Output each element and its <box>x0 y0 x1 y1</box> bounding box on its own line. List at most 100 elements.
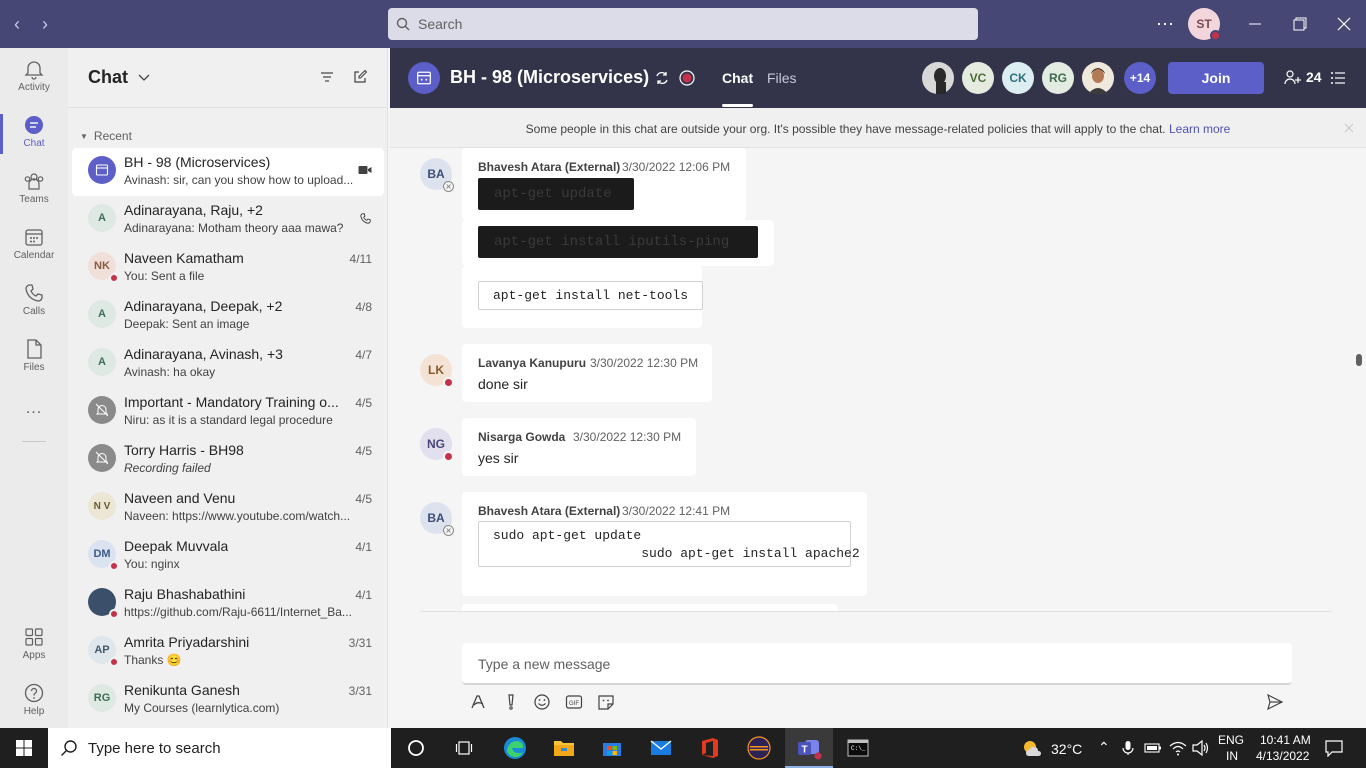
gif-icon[interactable]: GIF <box>565 693 583 711</box>
more-options-icon[interactable]: ⋯ <box>1156 14 1175 35</box>
sender-avatar[interactable]: BA ✕ <box>420 502 454 536</box>
tab-chat[interactable]: Chat <box>722 70 754 107</box>
join-button[interactable]: Join <box>1168 62 1264 94</box>
emoji-icon[interactable] <box>533 693 551 711</box>
minimize-icon[interactable] <box>1248 17 1262 31</box>
chat-preview: You: Sent a file <box>124 269 205 283</box>
participant-avatar[interactable]: CK <box>1002 62 1034 94</box>
restore-icon[interactable] <box>1293 17 1307 31</box>
chat-list-item[interactable]: A Adinarayana, Avinash, +3 Avinash: ha o… <box>72 340 384 388</box>
send-icon[interactable] <box>1266 693 1284 711</box>
taskbar-app-teams[interactable]: T <box>785 728 833 768</box>
chat-list-item[interactable]: RG Renikunta Ganesh My Courses (learnlyt… <box>72 676 384 724</box>
wifi-icon[interactable] <box>1169 740 1187 756</box>
muted-bell-avatar <box>88 396 116 424</box>
weather-icon[interactable] <box>1021 738 1045 758</box>
participant-photo-avatar[interactable] <box>922 62 954 94</box>
rail-item-files[interactable]: Files <box>0 338 68 373</box>
message-bubble[interactable]: apt-get install iputils-ping <box>462 220 774 266</box>
taskbar-app-explorer[interactable] <box>540 728 588 768</box>
learn-more-link[interactable]: Learn more <box>1169 122 1230 136</box>
chat-list-item[interactable]: AP Amrita Priyadarshini Thanks 😊 3/31 <box>72 628 384 676</box>
rail-item-activity[interactable]: Activity <box>0 58 68 93</box>
back-icon[interactable]: ‹ <box>14 14 20 35</box>
more-apps-button[interactable]: ... <box>0 400 68 418</box>
task-view-button[interactable] <box>440 728 488 768</box>
search-input[interactable]: Search <box>388 8 978 40</box>
sticker-icon[interactable] <box>597 693 615 711</box>
chat-list-item[interactable]: NK Naveen Kamatham You: Sent a file 4/11 <box>72 244 384 292</box>
message-bubble[interactable]: apt-get install net-tools <box>462 266 704 328</box>
microphone-icon[interactable] <box>1121 740 1135 756</box>
chat-list-item[interactable]: A Adinarayana, Deepak, +2 Deepak: Sent a… <box>72 292 384 340</box>
rail-item-apps[interactable]: Apps <box>0 626 68 661</box>
chat-list-item[interactable]: BH - 98 (Microservices) Avinash: sir, ca… <box>72 148 384 196</box>
clock-time[interactable]: 10:41 AM <box>1260 733 1311 747</box>
rail-item-calendar[interactable]: Calendar <box>0 226 68 261</box>
profile-avatar[interactable]: ST <box>1188 8 1221 41</box>
chat-list-item[interactable]: N V Naveen and Venu Naveen: https://www.… <box>72 484 384 532</box>
taskbar-app-office[interactable] <box>686 728 734 768</box>
input-language[interactable]: ENG <box>1218 733 1244 747</box>
rail-item-help[interactable]: Help <box>0 682 68 717</box>
next-message-bubble[interactable] <box>462 604 838 611</box>
message-bubble[interactable]: Bhavesh Atara (External) 3/30/2022 12:06… <box>462 148 746 220</box>
calendar-icon <box>95 164 109 176</box>
search-icon <box>61 740 77 756</box>
chat-list-item[interactable]: Raju Bhashabathini https://github.com/Ra… <box>72 580 384 628</box>
cortana-button[interactable] <box>392 728 440 768</box>
chat-list-title[interactable]: Chat <box>88 67 128 88</box>
taskbar-app-terminal[interactable]: C:\_ <box>834 728 882 768</box>
format-icon[interactable] <box>469 693 487 711</box>
chevron-down-icon[interactable] <box>138 74 150 82</box>
close-icon[interactable] <box>1337 17 1351 31</box>
start-button[interactable] <box>0 728 48 768</box>
taskbar-app-mail[interactable] <box>637 728 685 768</box>
taskbar-app-eclipse[interactable] <box>735 728 783 768</box>
user-photo-avatar <box>88 588 119 619</box>
chevron-up-icon[interactable]: ⌃ <box>1098 739 1110 756</box>
sender-avatar[interactable]: BA ✕ <box>420 158 454 192</box>
volume-icon[interactable] <box>1192 740 1210 756</box>
forward-icon[interactable]: › <box>42 14 48 35</box>
teams-app-icon: T <box>798 740 822 760</box>
notification-icon[interactable] <box>1325 739 1343 757</box>
participant-avatar[interactable]: VC <box>962 62 994 94</box>
more-participants-badge[interactable]: +14 <box>1124 62 1156 94</box>
rail-item-calls[interactable]: Calls <box>0 282 68 317</box>
taskbar-app-store[interactable] <box>588 728 636 768</box>
scrollbar-thumb[interactable] <box>1356 354 1362 366</box>
input-region[interactable]: IN <box>1226 749 1238 763</box>
important-icon[interactable] <box>502 693 520 711</box>
filter-icon[interactable] <box>320 70 334 84</box>
message-bubble[interactable]: Lavanya Kanupuru 3/30/2022 12:30 PM done… <box>462 344 712 402</box>
taskbar-app-edge[interactable] <box>491 728 539 768</box>
battery-icon[interactable] <box>1144 741 1162 755</box>
sender-avatar[interactable]: NG <box>420 428 454 462</box>
sender-avatar[interactable]: LK <box>420 354 454 388</box>
chat-list-item[interactable]: DM Deepak Muvvala You: nginx 4/1 <box>72 532 384 580</box>
tab-files[interactable]: Files <box>767 70 797 86</box>
folder-icon <box>554 741 574 756</box>
new-chat-icon[interactable] <box>353 70 367 84</box>
chat-list-item[interactable]: Torry Harris - BH98 Recording failed 4/5 <box>72 436 384 484</box>
user-avatar: DM <box>88 540 119 571</box>
message-bubble[interactable]: Bhavesh Atara (External) 3/30/2022 12:41… <box>462 492 867 596</box>
chat-preview: My Courses (learnlytica.com) <box>124 701 280 715</box>
message-bubble[interactable]: Nisarga Gowda 3/30/2022 12:30 PM yes sir <box>462 418 696 476</box>
recent-section-header[interactable]: ▼ Recent <box>68 108 387 148</box>
participants-button[interactable]: 24 <box>1284 69 1322 85</box>
list-icon[interactable] <box>1330 70 1346 86</box>
taskbar-search-input[interactable]: Type here to search <box>48 728 391 768</box>
chat-list-item[interactable]: A Adinarayana, Raju, +2 Adinarayana: Mot… <box>72 196 384 244</box>
message-compose-input[interactable]: Type a new message <box>462 643 1292 685</box>
participant-avatar[interactable]: RG <box>1042 62 1074 94</box>
dismiss-icon[interactable] <box>1344 123 1354 133</box>
participant-photo-avatar[interactable] <box>1082 62 1114 94</box>
message-text: yes sir <box>478 450 519 466</box>
rail-item-teams[interactable]: Teams <box>0 170 68 205</box>
chat-list-item[interactable]: Important - Mandatory Training o... Niru… <box>72 388 384 436</box>
clock-date[interactable]: 4/13/2022 <box>1256 749 1309 763</box>
chat-date: 4/1 <box>355 540 372 554</box>
rail-item-chat[interactable]: Chat <box>0 114 68 154</box>
